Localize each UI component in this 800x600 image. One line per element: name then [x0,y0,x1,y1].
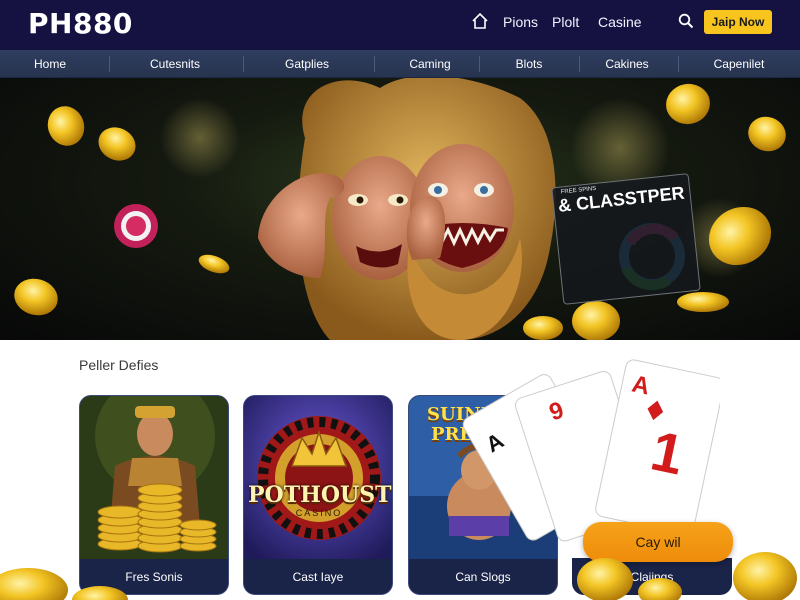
home-icon[interactable] [470,11,490,31]
category-home[interactable]: Home [0,50,100,78]
search-icon[interactable] [678,13,694,29]
page: PH880 Pions Plolt Casine Jaip Now Home C… [0,0,800,600]
foreground-coins [0,552,797,600]
category-gatplies[interactable]: Gatplies [243,50,371,78]
category-cutesnits[interactable]: Cutesnits [110,50,240,78]
category-blots[interactable]: Blots [479,50,579,78]
join-now-button[interactable]: Jaip Now [704,10,772,34]
game-card-2-art-title: POTHOUST [248,482,392,508]
section-title: Peller Defies [79,357,159,373]
category-bar: Home Cutesnits Gatplies Caming Blots Cak… [0,50,800,78]
promo-card[interactable]: FREE SPINS & CLASSTPER [551,173,701,305]
category-caming[interactable]: Caming [374,50,486,78]
top-navbar: PH880 Pions Plolt Casine Jaip Now [0,0,800,50]
game-card-1-art [80,396,228,561]
nav-link-plolt[interactable]: Plolt [552,14,579,30]
site-logo[interactable]: PH880 [28,7,133,40]
category-capenilet[interactable]: Capenilet [678,50,800,78]
nav-link-pions[interactable]: Pions [503,14,538,30]
category-cakines[interactable]: Cakines [579,50,675,78]
game-card-2-art-subtitle: CASINO [295,508,343,518]
game-card-2-art: POTHOUST CASINO [244,396,392,561]
hero-banner[interactable]: FREE SPINS & CLASSTPER [0,78,800,340]
nav-link-casine[interactable]: Casine [598,14,642,30]
